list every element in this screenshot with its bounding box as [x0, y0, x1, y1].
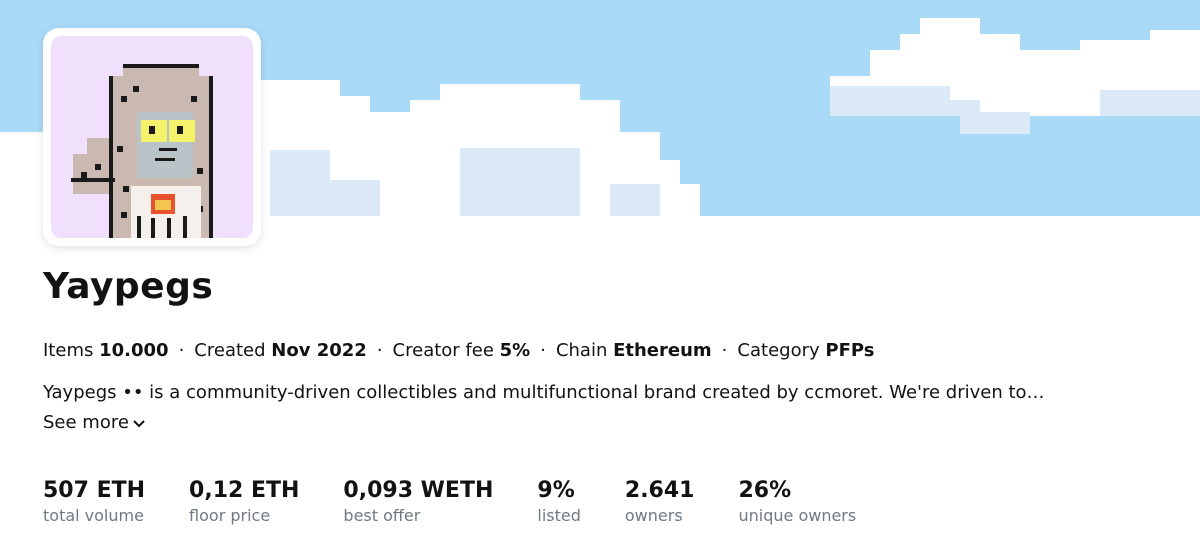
detail-separator: · — [540, 340, 546, 361]
see-more-button[interactable]: See more — [43, 412, 145, 433]
detail-separator: · — [376, 340, 383, 361]
pixel-character-icon — [71, 64, 213, 238]
see-more-label: See more — [43, 412, 129, 433]
detail-creator-fee: Creator fee 5% — [392, 340, 531, 361]
detail-separator: · — [178, 340, 185, 361]
detail-separator: · — [721, 340, 728, 361]
stat-floor-price[interactable]: 0,12 ETH floor price — [189, 477, 299, 527]
stat-unique-owners[interactable]: 26% unique owners — [738, 477, 856, 527]
detail-chain: Chain Ethereum — [555, 340, 712, 361]
detail-created: Created Nov 2022 — [194, 340, 367, 361]
collection-title: Yaypegs — [43, 266, 214, 307]
stat-listed[interactable]: 9% listed — [537, 477, 581, 527]
stat-owners[interactable]: 2.641 owners — [625, 477, 695, 527]
collection-avatar[interactable] — [43, 28, 261, 246]
stat-best-offer[interactable]: 0,093 WETH best offer — [343, 477, 493, 527]
collection-description: Yaypegs •• is a community-driven collect… — [43, 382, 1045, 403]
collection-stats: 507 ETH total volume 0,12 ETH floor pric… — [43, 477, 900, 527]
collection-details: Items 10.000 · Created Nov 2022 · Creator fe… — [43, 340, 874, 361]
avatar-image — [51, 36, 253, 238]
stat-total-volume[interactable]: 507 ETH total volume — [43, 477, 145, 527]
detail-category[interactable]: Category PFPs — [737, 340, 874, 361]
detail-items: Items 10.000 — [43, 340, 169, 361]
chevron-down-icon — [133, 419, 145, 427]
